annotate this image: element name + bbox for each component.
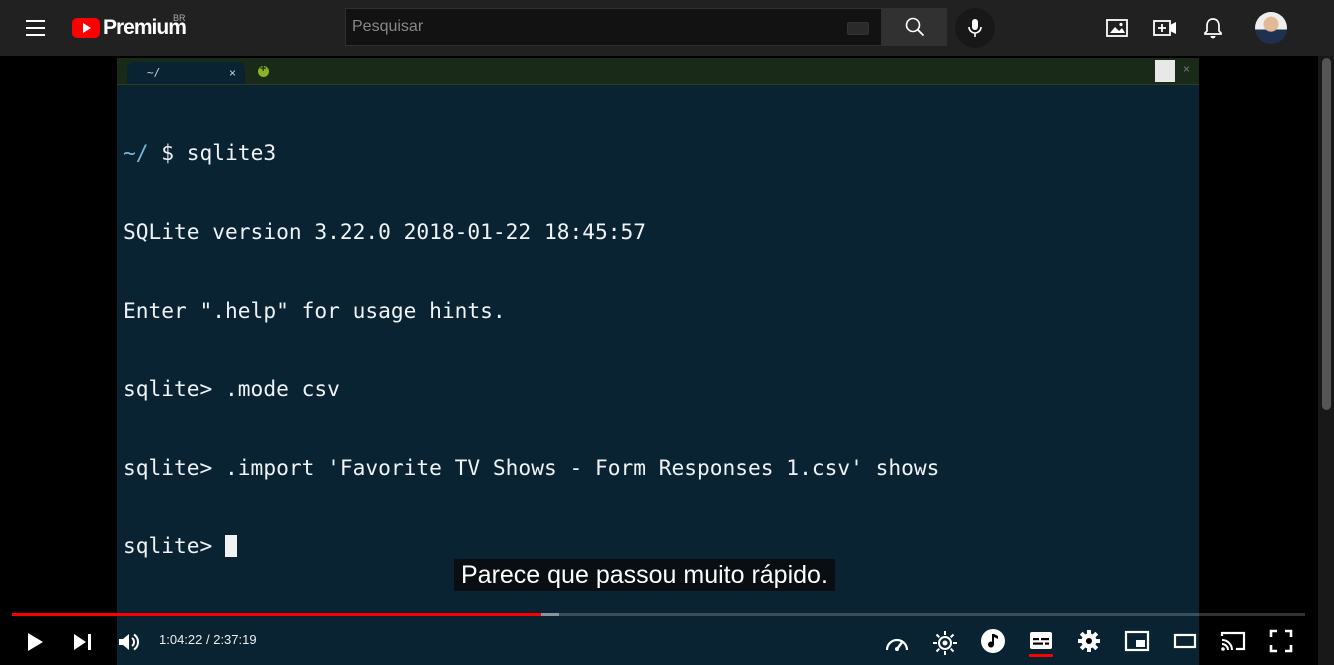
page-scrollbar[interactable]	[1318, 56, 1334, 665]
terminal-tab-close-icon: ×	[229, 66, 237, 80]
search-icon	[905, 17, 925, 37]
cast-icon[interactable]	[1219, 627, 1247, 655]
play-icon[interactable]	[22, 629, 48, 655]
terminal-line-text: sqlite> .import 'Favorite TV Shows - For…	[123, 454, 940, 480]
search-button[interactable]	[882, 8, 947, 46]
ambient-mode-icon[interactable]	[931, 629, 959, 657]
menu-icon[interactable]	[24, 17, 48, 39]
fullscreen-icon[interactable]	[1267, 627, 1295, 655]
music-note-icon[interactable]	[979, 627, 1007, 655]
next-icon[interactable]	[70, 629, 96, 655]
terminal-new-tab-icon	[258, 63, 269, 77]
terminal-tab-label: ~/	[147, 66, 161, 79]
settings-gear-icon[interactable]	[1075, 627, 1103, 655]
search-box	[345, 8, 882, 46]
subtitles-icon[interactable]	[1027, 627, 1055, 655]
video-player[interactable]: ~/ × × ~/ $ sqlite3 SQLite version 3.22.…	[0, 56, 1317, 665]
avatar[interactable]	[1255, 12, 1287, 44]
scrollbar-thumb[interactable]	[1322, 58, 1331, 410]
terminal-line: Enter ".help" for usage hints.	[123, 298, 1193, 324]
progress-bar[interactable]	[12, 613, 1305, 616]
youtube-logo-icon	[72, 18, 100, 38]
voice-search-button[interactable]	[955, 8, 995, 48]
prompt-directory: ~/	[123, 140, 149, 166]
terminal-line: sqlite>	[123, 533, 1193, 559]
terminal-window-button-icon	[1155, 60, 1175, 82]
terminal-line: sqlite> .import 'Favorite TV Shows - For…	[123, 455, 1193, 481]
terminal-tabbar: ~/ × ×	[117, 58, 1199, 85]
terminal-cursor	[225, 535, 238, 558]
subtitles-active-indicator	[1029, 654, 1053, 657]
time-display: 1:04:22 / 2:37:19	[159, 632, 257, 647]
notifications-bell-icon[interactable]	[1199, 14, 1227, 42]
create-video-icon[interactable]	[1151, 14, 1179, 42]
terminal-line: SQLite version 3.22.0 2018-01-22 18:45:5…	[123, 219, 1193, 245]
search-input[interactable]	[346, 9, 848, 45]
playback-speed-icon[interactable]	[883, 629, 911, 657]
volume-icon[interactable]	[116, 629, 142, 655]
terminal-line-text: sqlite> .mode csv	[123, 376, 340, 402]
masthead: Premium BR	[0, 0, 1334, 56]
image-icon[interactable]	[1103, 14, 1131, 42]
terminal-line-text: sqlite>	[123, 533, 226, 559]
miniplayer-icon[interactable]	[1123, 627, 1151, 655]
subtitle-caption: Parece que passou muito rápido.	[454, 559, 835, 591]
microphone-icon	[968, 19, 982, 37]
theater-mode-icon[interactable]	[1171, 627, 1199, 655]
terminal-window-close-icon: ×	[1183, 62, 1191, 76]
terminal-line-text: SQLite version 3.22.0 2018-01-22 18:45:5…	[123, 219, 646, 244]
terminal-line: sqlite> .mode csv	[123, 376, 1193, 402]
progress-played	[12, 613, 541, 616]
region-code: BR	[173, 13, 186, 23]
keyboard-icon[interactable]	[847, 22, 869, 35]
terminal-line: ~/ $ sqlite3	[123, 140, 1193, 166]
terminal-line-text: Enter ".help" for usage hints.	[123, 297, 506, 323]
terminal-line-text: $ sqlite3	[148, 140, 277, 166]
terminal-tab: ~/ ×	[127, 62, 245, 84]
